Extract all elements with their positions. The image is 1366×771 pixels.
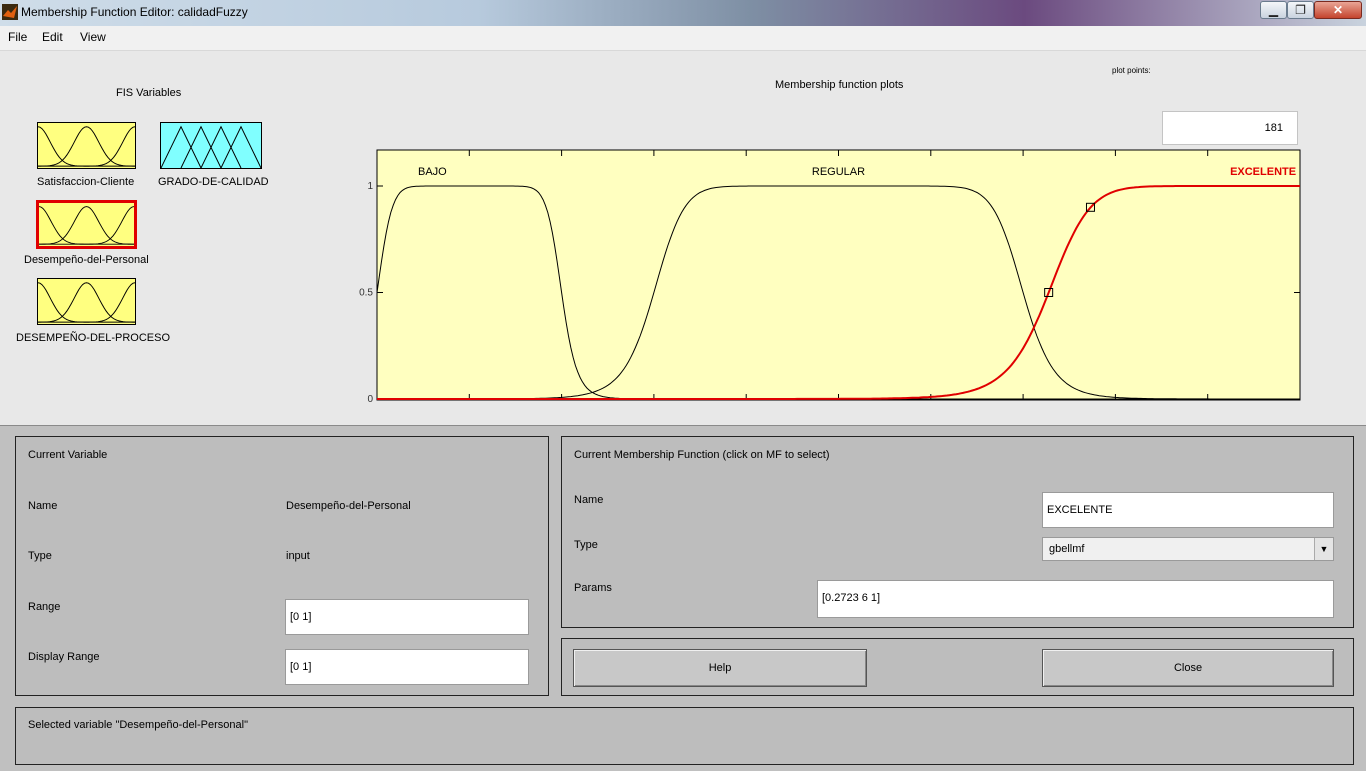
current-variable-panel: Current Variable Name Desempeño-del-Pers… [15, 436, 549, 696]
mf-params-label: Params [574, 582, 612, 594]
variable-type-value: input [286, 550, 310, 562]
display-range-input[interactable]: [0 1] [285, 649, 529, 685]
current-mf-panel: Current Membership Function (click on MF… [561, 436, 1354, 628]
help-button[interactable]: Help [573, 649, 867, 687]
y-tick-label: 1 [367, 181, 373, 192]
maximize-icon: ❐ [1295, 3, 1306, 17]
fis-variable-label: GRADO-DE-CALIDAD [158, 176, 269, 188]
top-area: FIS Variables Satisfaccion-Cliente GRADO… [0, 51, 1366, 425]
mf-type-select[interactable]: gbellmf ▼ [1042, 537, 1334, 561]
fis-variable-label: Satisfaccion-Cliente [37, 176, 135, 188]
plot-area [376, 149, 1301, 401]
y-tick-label: 0.5 [359, 288, 373, 299]
close-icon: ✕ [1332, 3, 1344, 17]
menu-file[interactable]: File [8, 30, 27, 44]
mf-name-label: Name [574, 494, 604, 506]
matlab-icon [2, 4, 18, 20]
mf-thumbnail-icon [38, 126, 135, 167]
mf-label-excelente[interactable]: EXCELENTE [1230, 166, 1296, 178]
mf-thumbnail-icon [38, 282, 135, 323]
menu-bar: File Edit View [0, 26, 1366, 51]
current-variable-title: Current Variable [28, 449, 108, 461]
current-mf-title: Current Membership Function (click on MF… [574, 449, 830, 461]
fis-variable-desempeno-del-personal[interactable] [36, 200, 137, 249]
mf-name-input[interactable]: EXCELENTE [1042, 492, 1334, 528]
minimize-icon: ▁ [1268, 3, 1279, 17]
minimize-button[interactable]: ▁ [1260, 1, 1287, 19]
fis-variable-label: Desempeño-del-Personal [24, 254, 149, 266]
maximize-button[interactable]: ❐ [1287, 1, 1314, 19]
buttons-panel: Help Close [561, 638, 1354, 696]
fis-variable-satisfaccion-cliente[interactable] [37, 122, 136, 169]
mf-label-regular[interactable]: REGULAR [812, 166, 865, 178]
fis-variable-desempeno-del-proceso[interactable] [37, 278, 136, 325]
status-panel: Selected variable "Desempeño-del-Persona… [15, 707, 1354, 765]
mf-type-label: Type [574, 539, 598, 551]
mf-thumbnail-icon [161, 125, 261, 168]
menu-view[interactable]: View [80, 30, 106, 44]
title-bar: Membership Function Editor: calidadFuzzy… [0, 0, 1366, 26]
mf-params-input[interactable]: [0.2723 6 1] [817, 580, 1334, 618]
window-title: Membership Function Editor: calidadFuzzy [21, 5, 248, 19]
mf-thumbnail-icon [39, 206, 134, 245]
close-window-button[interactable]: ✕ [1314, 1, 1362, 19]
chevron-down-icon[interactable]: ▼ [1314, 538, 1333, 560]
fis-variable-label: DESEMPEÑO-DEL-PROCESO [16, 332, 171, 344]
bottom-area: Current Variable Name Desempeño-del-Pers… [0, 425, 1366, 771]
plot-points-label: plot points: [1112, 66, 1151, 75]
status-text: Selected variable "Desempeño-del-Persona… [28, 719, 248, 731]
fis-variable-grado-de-calidad[interactable] [160, 122, 262, 169]
display-range-label: Display Range [28, 651, 100, 663]
mf-type-value: gbellmf [1049, 543, 1085, 555]
mf-label-bajo[interactable]: BAJO [418, 166, 447, 178]
type-label: Type [28, 550, 52, 562]
variable-name-value: Desempeño-del-Personal [286, 500, 411, 512]
range-label: Range [28, 601, 61, 613]
membership-function-plot[interactable]: 00.10.20.30.40.50.60.70.80.9100.51input … [355, 143, 1335, 403]
close-button[interactable]: Close [1042, 649, 1334, 687]
plot-title: Membership function plots [775, 79, 904, 91]
y-tick-label: 0 [367, 394, 373, 403]
range-input[interactable]: [0 1] [285, 599, 529, 635]
menu-edit[interactable]: Edit [42, 30, 63, 44]
plot-points-input[interactable]: 181 [1162, 111, 1298, 145]
name-label: Name [28, 500, 58, 512]
fis-variables-title: FIS Variables [116, 87, 182, 99]
